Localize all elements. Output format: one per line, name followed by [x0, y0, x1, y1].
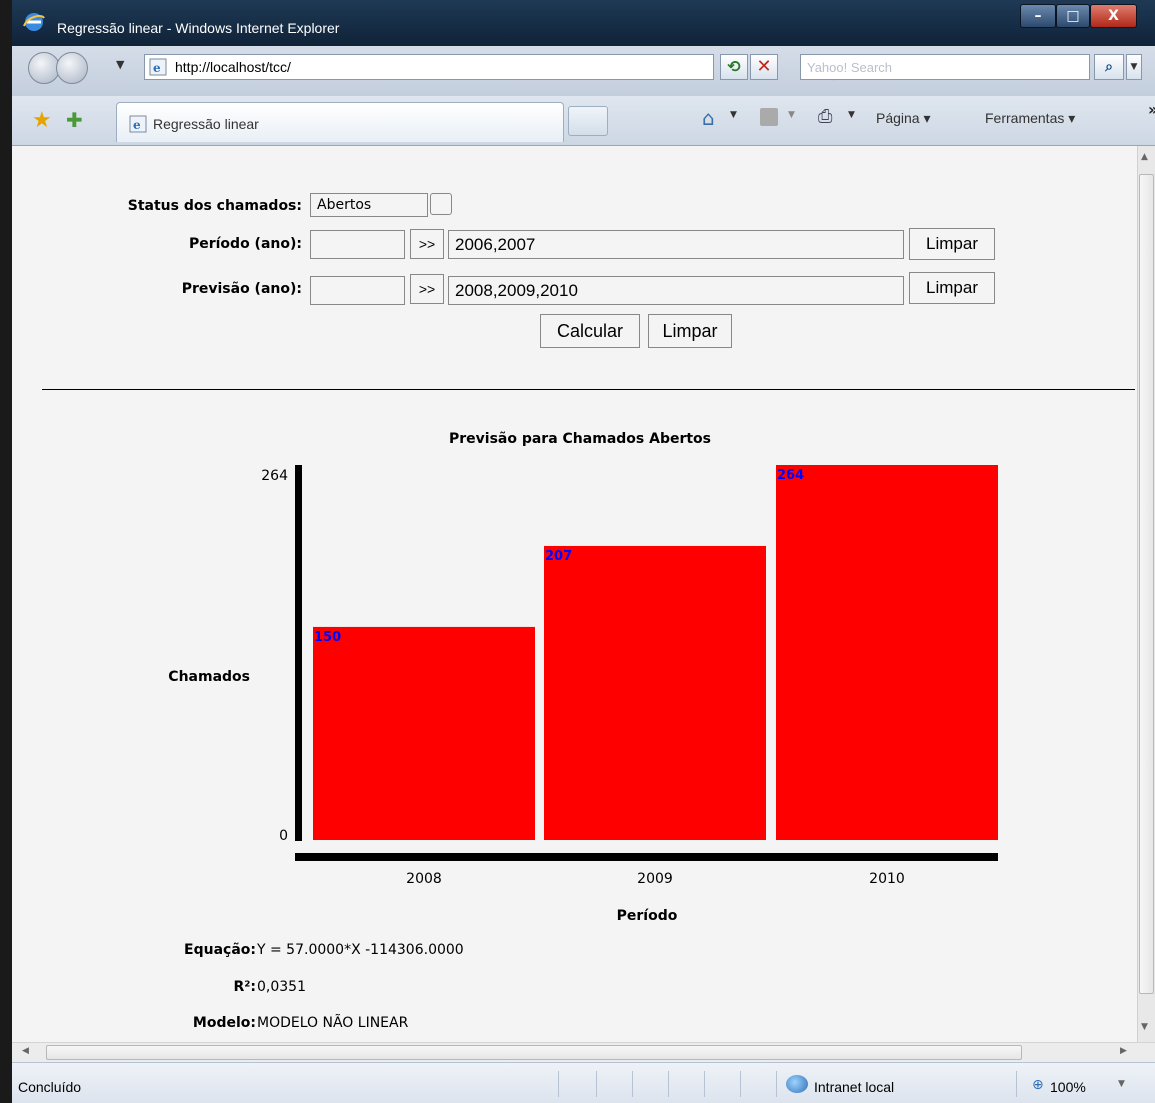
tools-menu[interactable]: Ferramentas ▾ — [985, 110, 1075, 127]
tab-bar: ★ ✚ e Regressão linear ⌂ ▼ ▼ ⎙ ▼ Página … — [12, 96, 1155, 146]
bar-2010 — [776, 465, 998, 840]
tab-label: Regressão linear — [153, 116, 259, 132]
status-separator — [704, 1071, 705, 1097]
horizontal-scrollbar[interactable]: ◀ ▶ — [12, 1042, 1155, 1062]
bar-data-label: 264 — [777, 468, 804, 483]
page-menu[interactable]: Página ▾ — [876, 110, 931, 127]
status-bar: Concluído Intranet local ⊕ 100% ▼ — [12, 1062, 1155, 1103]
status-separator — [776, 1071, 777, 1097]
scroll-up-icon[interactable]: ▲ — [1141, 152, 1148, 162]
feeds-dropdown-icon[interactable]: ▼ — [788, 110, 795, 120]
feeds-icon[interactable] — [760, 108, 778, 126]
status-separator — [740, 1071, 741, 1097]
home-icon[interactable]: ⌂ — [702, 106, 715, 130]
page-content: Status dos chamados: Abertos Período (an… — [12, 146, 1155, 1042]
search-input[interactable]: Yahoo! Search — [807, 60, 892, 75]
close-button[interactable]: X — [1090, 4, 1137, 28]
status-separator — [558, 1071, 559, 1097]
x-axis-label: Período — [617, 908, 678, 924]
equacao-value: Y = 57.0000*X -114306.0000 — [257, 942, 464, 958]
title-bar: Regressão linear - Windows Internet Expl… — [12, 0, 1155, 46]
favorites-star-icon[interactable]: ★ — [32, 108, 52, 133]
internet-explorer-icon — [23, 13, 45, 31]
address-bar[interactable]: e http://localhost/tcc/ ▼ — [144, 54, 838, 82]
minimize-button[interactable]: – — [1020, 4, 1056, 28]
scroll-right-icon[interactable]: ▶ — [1120, 1046, 1127, 1056]
status-separator — [596, 1071, 597, 1097]
new-tab-button[interactable] — [568, 106, 608, 136]
maximize-button[interactable]: □ — [1056, 4, 1090, 28]
recent-pages-dropdown-icon[interactable]: ▼ — [116, 58, 124, 71]
zoom-icon[interactable]: ⊕ — [1032, 1077, 1044, 1093]
stop-button[interactable]: ✕ — [750, 54, 778, 80]
horizontal-scroll-thumb[interactable] — [46, 1045, 1022, 1060]
y-tick-label: 0 — [279, 828, 288, 844]
status-separator — [668, 1071, 669, 1097]
home-dropdown-icon[interactable]: ▼ — [730, 110, 737, 120]
r2-label: R²: — [233, 979, 256, 995]
equacao-label: Equação: — [184, 942, 256, 958]
y-axis-line — [295, 465, 302, 841]
vertical-scrollbar[interactable]: ▲ ▼ — [1137, 146, 1155, 1042]
bar-2008 — [313, 626, 535, 840]
svg-text:e: e — [133, 118, 141, 132]
search-box[interactable]: Yahoo! Search — [800, 54, 1090, 80]
print-icon[interactable]: ⎙ — [818, 106, 832, 127]
status-separator — [1016, 1071, 1017, 1097]
x-tick-label: 2009 — [637, 871, 673, 887]
more-commands-chevron-icon[interactable]: » — [1148, 100, 1155, 119]
bar-data-label: 150 — [314, 630, 341, 645]
add-favorites-icon[interactable]: ✚ — [66, 108, 83, 132]
modelo-value: MODELO NÃO LINEAR — [257, 1015, 409, 1031]
status-separator — [632, 1071, 633, 1097]
security-zone-label[interactable]: Intranet local — [814, 1079, 894, 1095]
r2-value: 0,0351 — [257, 979, 306, 995]
zoom-level[interactable]: 100% — [1050, 1079, 1086, 1095]
zoom-dropdown-icon[interactable]: ▼ — [1118, 1079, 1125, 1089]
intranet-globe-icon — [786, 1075, 808, 1093]
scroll-down-icon[interactable]: ▼ — [1141, 1022, 1148, 1032]
y-tick-label: 264 — [261, 468, 288, 484]
x-tick-label: 2010 — [869, 871, 905, 887]
navigation-bar: ▼ e http://localhost/tcc/ ▼ ⟲ ✕ Yahoo! S… — [12, 46, 1155, 96]
bar-data-label: 207 — [545, 549, 572, 564]
window-title: Regressão linear - Windows Internet Expl… — [57, 20, 340, 36]
tab-regressao-linear[interactable]: e Regressão linear — [116, 102, 564, 142]
x-axis-line — [295, 853, 998, 861]
chart-title: Previsão para Chamados Abertos — [449, 431, 711, 447]
print-dropdown-icon[interactable]: ▼ — [848, 110, 855, 120]
scroll-left-icon[interactable]: ◀ — [22, 1046, 29, 1056]
bar-2009 — [544, 545, 766, 840]
address-input[interactable]: http://localhost/tcc/ — [175, 59, 291, 75]
forward-button[interactable] — [56, 52, 88, 84]
ie-page-icon: e — [129, 115, 147, 133]
x-tick-label: 2008 — [406, 871, 442, 887]
bar-chart: Previsão para Chamados Abertos 264 0 Chamad… — [168, 431, 998, 924]
y-axis-label: Chamados — [168, 669, 250, 685]
modelo-label: Modelo: — [192, 1015, 256, 1031]
search-icon[interactable]: ⌕ — [1094, 54, 1124, 80]
svg-text:e: e — [153, 61, 161, 75]
refresh-button[interactable]: ⟲ — [720, 54, 748, 80]
ie-page-icon: e — [149, 58, 167, 76]
vertical-scroll-thumb[interactable] — [1139, 174, 1154, 994]
status-text: Concluído — [18, 1079, 82, 1095]
search-options-dropdown-icon[interactable]: ▼ — [1126, 54, 1142, 80]
